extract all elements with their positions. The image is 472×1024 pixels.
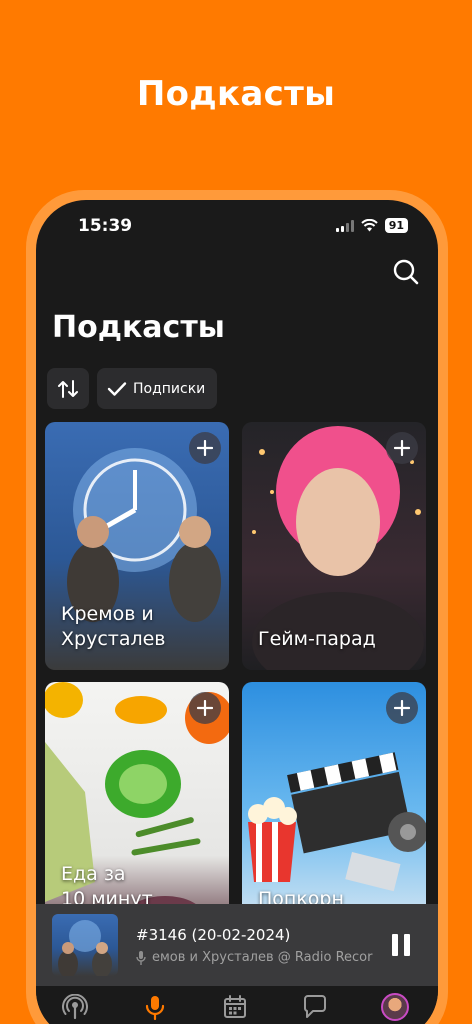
add-podcast-button[interactable] xyxy=(386,432,418,464)
microphone-icon xyxy=(145,996,165,1020)
plus-icon xyxy=(197,440,213,456)
filter-bar: Подписки xyxy=(47,368,218,409)
subscriptions-filter-button[interactable]: Подписки xyxy=(97,368,218,409)
episode-artist: емов и Хрусталев @ Radio Recor xyxy=(152,950,373,965)
pause-icon xyxy=(392,934,398,956)
add-podcast-button[interactable] xyxy=(189,432,221,464)
battery-icon: 91 xyxy=(384,218,408,233)
sort-arrows-icon xyxy=(58,379,78,398)
subscriptions-label: Подписки xyxy=(133,380,206,397)
podcast-card[interactable]: Попкорн xyxy=(242,682,426,930)
tab-podcasts[interactable] xyxy=(60,992,90,1022)
search-icon[interactable] xyxy=(392,258,420,286)
podcast-title-text: Кремов и Хрусталев xyxy=(61,603,166,650)
plus-icon xyxy=(394,440,410,456)
status-time: 15:39 xyxy=(78,216,133,236)
phone-screen: 15:39 91 Подкасты Подписки Кремов и Хрус… xyxy=(36,200,438,1024)
add-podcast-button[interactable] xyxy=(189,692,221,724)
tab-chat[interactable] xyxy=(300,992,330,1022)
podcast-card[interactable]: Гейм-парад xyxy=(242,422,426,670)
pause-icon xyxy=(404,934,410,956)
page-title: Подкасты xyxy=(52,310,225,345)
tab-schedule[interactable] xyxy=(220,992,250,1022)
wifi-icon xyxy=(360,219,378,232)
podcast-icon xyxy=(62,994,88,1020)
plus-icon xyxy=(197,700,213,716)
tab-record[interactable] xyxy=(140,992,170,1022)
add-podcast-button[interactable] xyxy=(386,692,418,724)
status-bar: 15:39 91 xyxy=(36,214,438,240)
podcast-card[interactable]: Еда за 10 минут xyxy=(45,682,229,930)
podcast-card[interactable]: Кремов и Хрусталев xyxy=(45,422,229,670)
now-playing-cover xyxy=(52,914,118,976)
status-icons: 91 xyxy=(335,218,408,233)
microphone-icon xyxy=(136,950,146,965)
podcast-title-text: Гейм-парад xyxy=(258,628,376,650)
episode-title: #3146 (20-02-2024) xyxy=(136,926,291,944)
check-icon xyxy=(107,381,127,396)
mini-player[interactable]: #3146 (20-02-2024) емов и Хрусталев @ Ra… xyxy=(36,904,438,986)
now-playing-cover-art xyxy=(58,920,112,976)
promo-title: Подкасты xyxy=(136,74,336,114)
plus-icon xyxy=(394,700,410,716)
sort-button[interactable] xyxy=(47,368,89,409)
calendar-icon xyxy=(224,995,246,1018)
podcast-title-text: Еда за 10 минут xyxy=(61,863,153,910)
episode-subtitle: емов и Хрусталев @ Radio Recor xyxy=(136,950,376,965)
chat-bubble-icon xyxy=(304,995,326,1018)
podcast-title: Кремов и Хрусталев xyxy=(61,602,166,652)
tab-profile[interactable] xyxy=(380,992,410,1022)
podcast-title: Гейм-парад xyxy=(258,627,376,652)
pause-button[interactable] xyxy=(392,934,412,956)
tab-bar xyxy=(36,986,438,1024)
cellular-signal-icon xyxy=(335,219,354,232)
avatar xyxy=(381,993,409,1021)
